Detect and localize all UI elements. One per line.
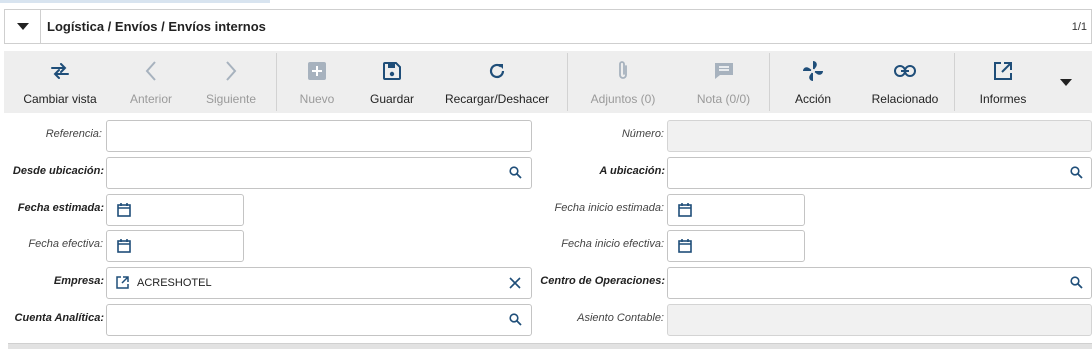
calendar-icon[interactable] [117, 203, 131, 217]
search-icon[interactable] [509, 313, 522, 326]
attachments-label: Adjuntos (0) [590, 91, 656, 106]
from-location-label: Desde ubicación: [12, 165, 104, 177]
breadcrumb: Logística / Envíos / Envíos internos [47, 19, 266, 34]
planned-date-input[interactable] [106, 194, 244, 226]
operation-center-label: Centro de Operaciones: [540, 275, 665, 287]
previous-button[interactable]: Anterior [116, 51, 186, 113]
effective-date-input[interactable] [106, 230, 244, 262]
number-field [667, 120, 1092, 152]
note-label: Nota (0/0) [696, 91, 751, 106]
planned-start-date-input[interactable] [667, 194, 805, 226]
operation-center-input[interactable] [667, 267, 1092, 299]
collapse-toggle[interactable] [5, 10, 41, 43]
reference-label: Referencia: [45, 128, 102, 140]
form-row: Empresa: ACRESHOTEL Centro de Operacione… [0, 267, 1092, 299]
new-label: Nuevo [299, 91, 335, 106]
form-row: Fecha efectiva: Fecha inicio efectiva: [0, 230, 1092, 262]
calendar-icon[interactable] [117, 239, 131, 253]
accounting-move-field [667, 304, 1092, 336]
note-button[interactable]: Nota (0/0) [678, 51, 769, 113]
tab-strip [8, 343, 1092, 349]
planned-start-date-label: Fecha inicio estimada: [554, 202, 664, 214]
reports-button[interactable]: Informes [955, 51, 1051, 113]
reload-icon [488, 59, 506, 83]
action-button[interactable]: Acción [770, 51, 856, 113]
company-value: ACRESHOTEL [137, 277, 212, 289]
search-icon[interactable] [1070, 166, 1083, 179]
previous-label: Anterior [129, 91, 173, 106]
switch-arrows-icon [49, 59, 71, 83]
comment-icon [714, 59, 734, 83]
reports-label: Informes [979, 91, 1027, 106]
change-view-label: Cambiar vista [23, 91, 97, 106]
effective-date-label: Fecha efectiva: [28, 238, 103, 250]
more-options-button[interactable] [1051, 51, 1081, 113]
change-view-button[interactable]: Cambiar vista [4, 51, 116, 113]
new-button[interactable]: Nuevo [277, 51, 357, 113]
attachments-button[interactable]: Adjuntos (0) [568, 51, 678, 113]
open-record-icon[interactable] [116, 276, 129, 289]
form-row: Cuenta Analítica: Asiento Contable: [0, 304, 1092, 336]
form-row: Referencia: Número: [0, 120, 1092, 152]
from-location-input[interactable] [106, 157, 532, 189]
number-label: Número: [621, 128, 664, 140]
toolbar: Cambiar vista Anterior Siguiente Nuevo G… [4, 51, 1092, 113]
analytic-account-label: Cuenta Analítica: [14, 312, 104, 324]
related-button[interactable]: Relacionado [856, 51, 954, 113]
form-row: Fecha estimada: Fecha inicio estimada: [0, 194, 1092, 226]
calendar-icon[interactable] [678, 239, 692, 253]
analytic-account-input[interactable] [106, 304, 532, 336]
action-label: Acción [794, 91, 832, 106]
company-input[interactable]: ACRESHOTEL [106, 267, 532, 299]
company-label: Empresa: [53, 275, 104, 287]
paperclip-icon [616, 59, 630, 83]
plus-square-icon [308, 59, 326, 83]
chevron-left-icon [144, 59, 158, 83]
floppy-disk-icon [383, 59, 401, 83]
reload-button[interactable]: Recargar/Deshacer [427, 51, 567, 113]
to-location-label: A ubicación: [599, 165, 665, 177]
chevron-right-icon [224, 59, 238, 83]
to-location-input[interactable] [667, 157, 1092, 189]
record-pager: 1/1 [1071, 20, 1087, 33]
caret-down-icon [16, 23, 29, 30]
search-icon[interactable] [1070, 276, 1083, 289]
planned-date-label: Fecha estimada: [17, 202, 104, 214]
gear-icon [802, 59, 824, 83]
save-label: Guardar [369, 91, 415, 106]
top-accent-bar [0, 0, 270, 3]
reference-input[interactable] [106, 120, 532, 152]
calendar-icon[interactable] [678, 203, 692, 217]
effective-start-date-label: Fecha inicio efectiva: [561, 238, 664, 250]
effective-start-date-input[interactable] [667, 230, 805, 262]
save-button[interactable]: Guardar [357, 51, 427, 113]
link-icon [894, 59, 916, 83]
reload-label: Recargar/Deshacer [444, 91, 550, 106]
related-label: Relacionado [871, 91, 939, 106]
external-link-icon [993, 59, 1013, 83]
window-header: Logística / Envíos / Envíos internos 1/1 [4, 9, 1092, 44]
next-label: Siguiente [205, 91, 257, 106]
search-icon[interactable] [509, 166, 522, 179]
form-row: Desde ubicación: A ubicación: [0, 157, 1092, 189]
caret-down-icon [1060, 78, 1072, 86]
accounting-move-label: Asiento Contable: [577, 312, 664, 324]
next-button[interactable]: Siguiente [186, 51, 276, 113]
